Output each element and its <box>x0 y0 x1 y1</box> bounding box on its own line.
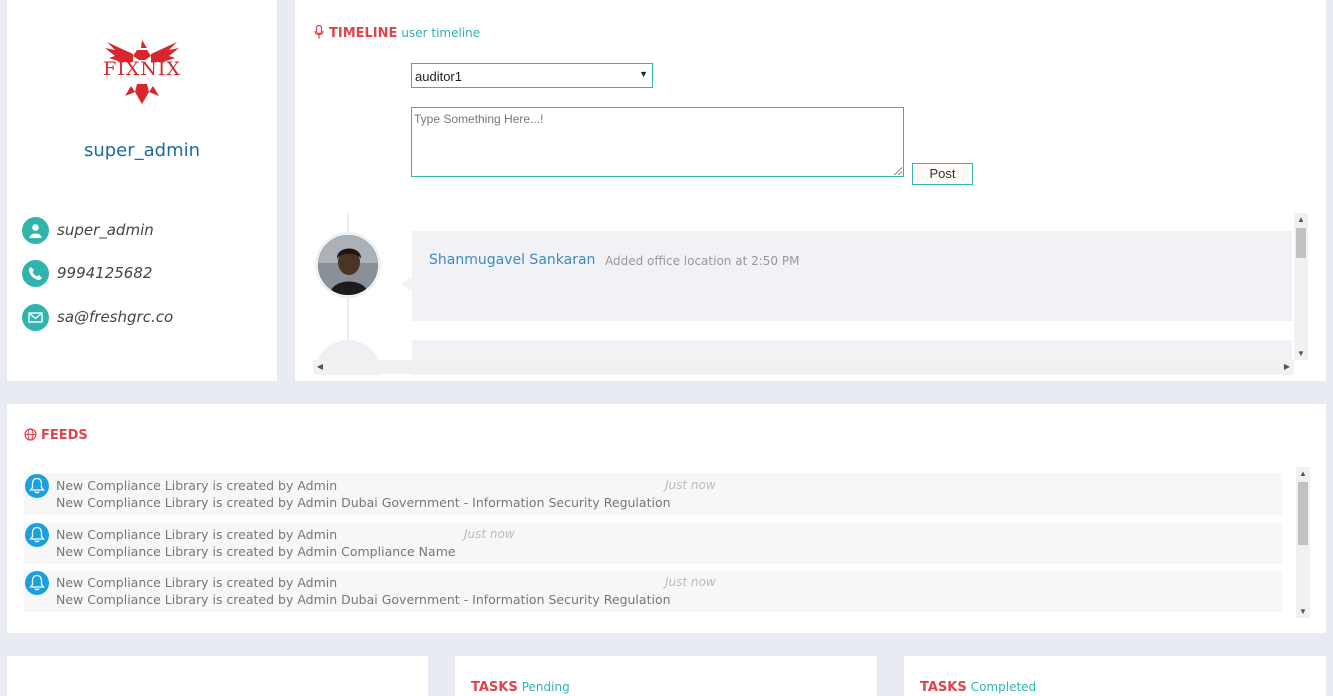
tasks-completed-subtitle: Completed <box>970 680 1037 694</box>
globe-icon <box>24 426 37 445</box>
scroll-right-icon[interactable]: ▶ <box>1280 362 1294 371</box>
feed-description: New Compliance Library is created by Adm… <box>56 495 671 510</box>
feed-item[interactable]: New Compliance Library is created by Adm… <box>24 570 1282 612</box>
envelope-icon <box>22 304 49 331</box>
timeline-vertical-scrollbar[interactable]: ▲ ▼ <box>1294 213 1308 360</box>
timeline-feed[interactable]: Shanmugavel Sankaran Added office locati… <box>313 213 1325 375</box>
timeline-header: TIMELINE user timeline <box>314 22 480 43</box>
feeds-header: FEEDS <box>24 424 88 445</box>
timeline-horizontal-scrollbar[interactable]: ◀ ▶ <box>313 360 1294 374</box>
fixnix-logo: FIXNIX <box>85 36 199 106</box>
scrollbar-thumb[interactable] <box>1298 482 1308 545</box>
scroll-left-icon[interactable]: ◀ <box>313 362 327 371</box>
scroll-down-icon[interactable]: ▼ <box>1294 349 1308 358</box>
logo-wordmark: FIXNIX <box>103 58 181 80</box>
scrollbar-thumb[interactable] <box>1296 228 1306 258</box>
feed-title: New Compliance Library is created by Adm… <box>56 527 338 542</box>
feeds-panel: FEEDS New Compliance Library is created … <box>7 404 1326 633</box>
resize-handle[interactable] <box>894 167 902 175</box>
chevron-down-icon: ▼ <box>639 69 648 79</box>
user-select-value: auditor1 <box>415 69 462 84</box>
textarea-placeholder: Type Something Here...! <box>414 112 544 126</box>
phone-icon <box>22 260 49 287</box>
post-button[interactable]: Post <box>912 163 973 185</box>
feeds-vertical-scrollbar[interactable]: ▲ ▼ <box>1296 467 1310 618</box>
feed-title: New Compliance Library is created by Adm… <box>56 478 338 493</box>
feed-item[interactable]: New Compliance Library is created by Adm… <box>24 522 1282 564</box>
timeline-title: TIMELINE <box>329 26 398 41</box>
profile-phone: 9994125682 <box>57 264 153 282</box>
bell-icon <box>25 523 49 547</box>
tasks-completed-title: TASKS <box>920 680 967 695</box>
timeline-textarea[interactable]: Type Something Here...! <box>411 107 904 177</box>
scroll-up-icon[interactable]: ▲ <box>1294 215 1308 224</box>
feed-time: Just now <box>665 575 716 589</box>
timeline-panel: TIMELINE user timeline auditor1 ▼ Type So… <box>295 0 1326 381</box>
feed-item[interactable]: New Compliance Library is created by Adm… <box>24 473 1282 515</box>
scroll-down-icon[interactable]: ▼ <box>1296 607 1310 616</box>
timeline-action: Added office location at 2:50 PM <box>605 254 800 268</box>
user-select[interactable]: auditor1 ▼ <box>411 63 653 88</box>
tasks-pending-title: TASKS <box>471 680 518 695</box>
tasks-pending-header: TASKS Pending <box>471 676 570 695</box>
tasks-pending-subtitle: Pending <box>521 680 570 694</box>
scroll-up-icon[interactable]: ▲ <box>1296 469 1310 478</box>
profile-panel: FIXNIX super_admin super_admin 999412568… <box>7 0 277 381</box>
feeds-title: FEEDS <box>41 428 88 443</box>
timeline-entry: Shanmugavel Sankaran Added office locati… <box>401 231 1292 321</box>
feed-title: New Compliance Library is created by Adm… <box>56 575 338 590</box>
avatar <box>315 232 381 298</box>
user-icon <box>22 217 49 244</box>
tasks-completed-panel: TASKS Completed <box>904 656 1326 696</box>
microphone-icon <box>314 24 324 43</box>
feed-description: New Compliance Library is created by Adm… <box>56 592 671 607</box>
timeline-author[interactable]: Shanmugavel Sankaran <box>429 252 595 268</box>
bottom-left-panel <box>7 656 428 696</box>
tasks-pending-panel: TASKS Pending <box>455 656 877 696</box>
feed-description: New Compliance Library is created by Adm… <box>56 544 456 559</box>
profile-email[interactable]: sa@freshgrc.co <box>57 308 173 326</box>
bell-icon <box>25 474 49 498</box>
feed-time: Just now <box>464 527 515 541</box>
tasks-completed-header: TASKS Completed <box>920 676 1036 695</box>
bell-icon <box>25 571 49 595</box>
profile-name: super_admin <box>83 140 201 161</box>
timeline-subtitle: user timeline <box>401 26 481 40</box>
profile-username: super_admin <box>57 221 154 239</box>
feed-time: Just now <box>665 478 716 492</box>
